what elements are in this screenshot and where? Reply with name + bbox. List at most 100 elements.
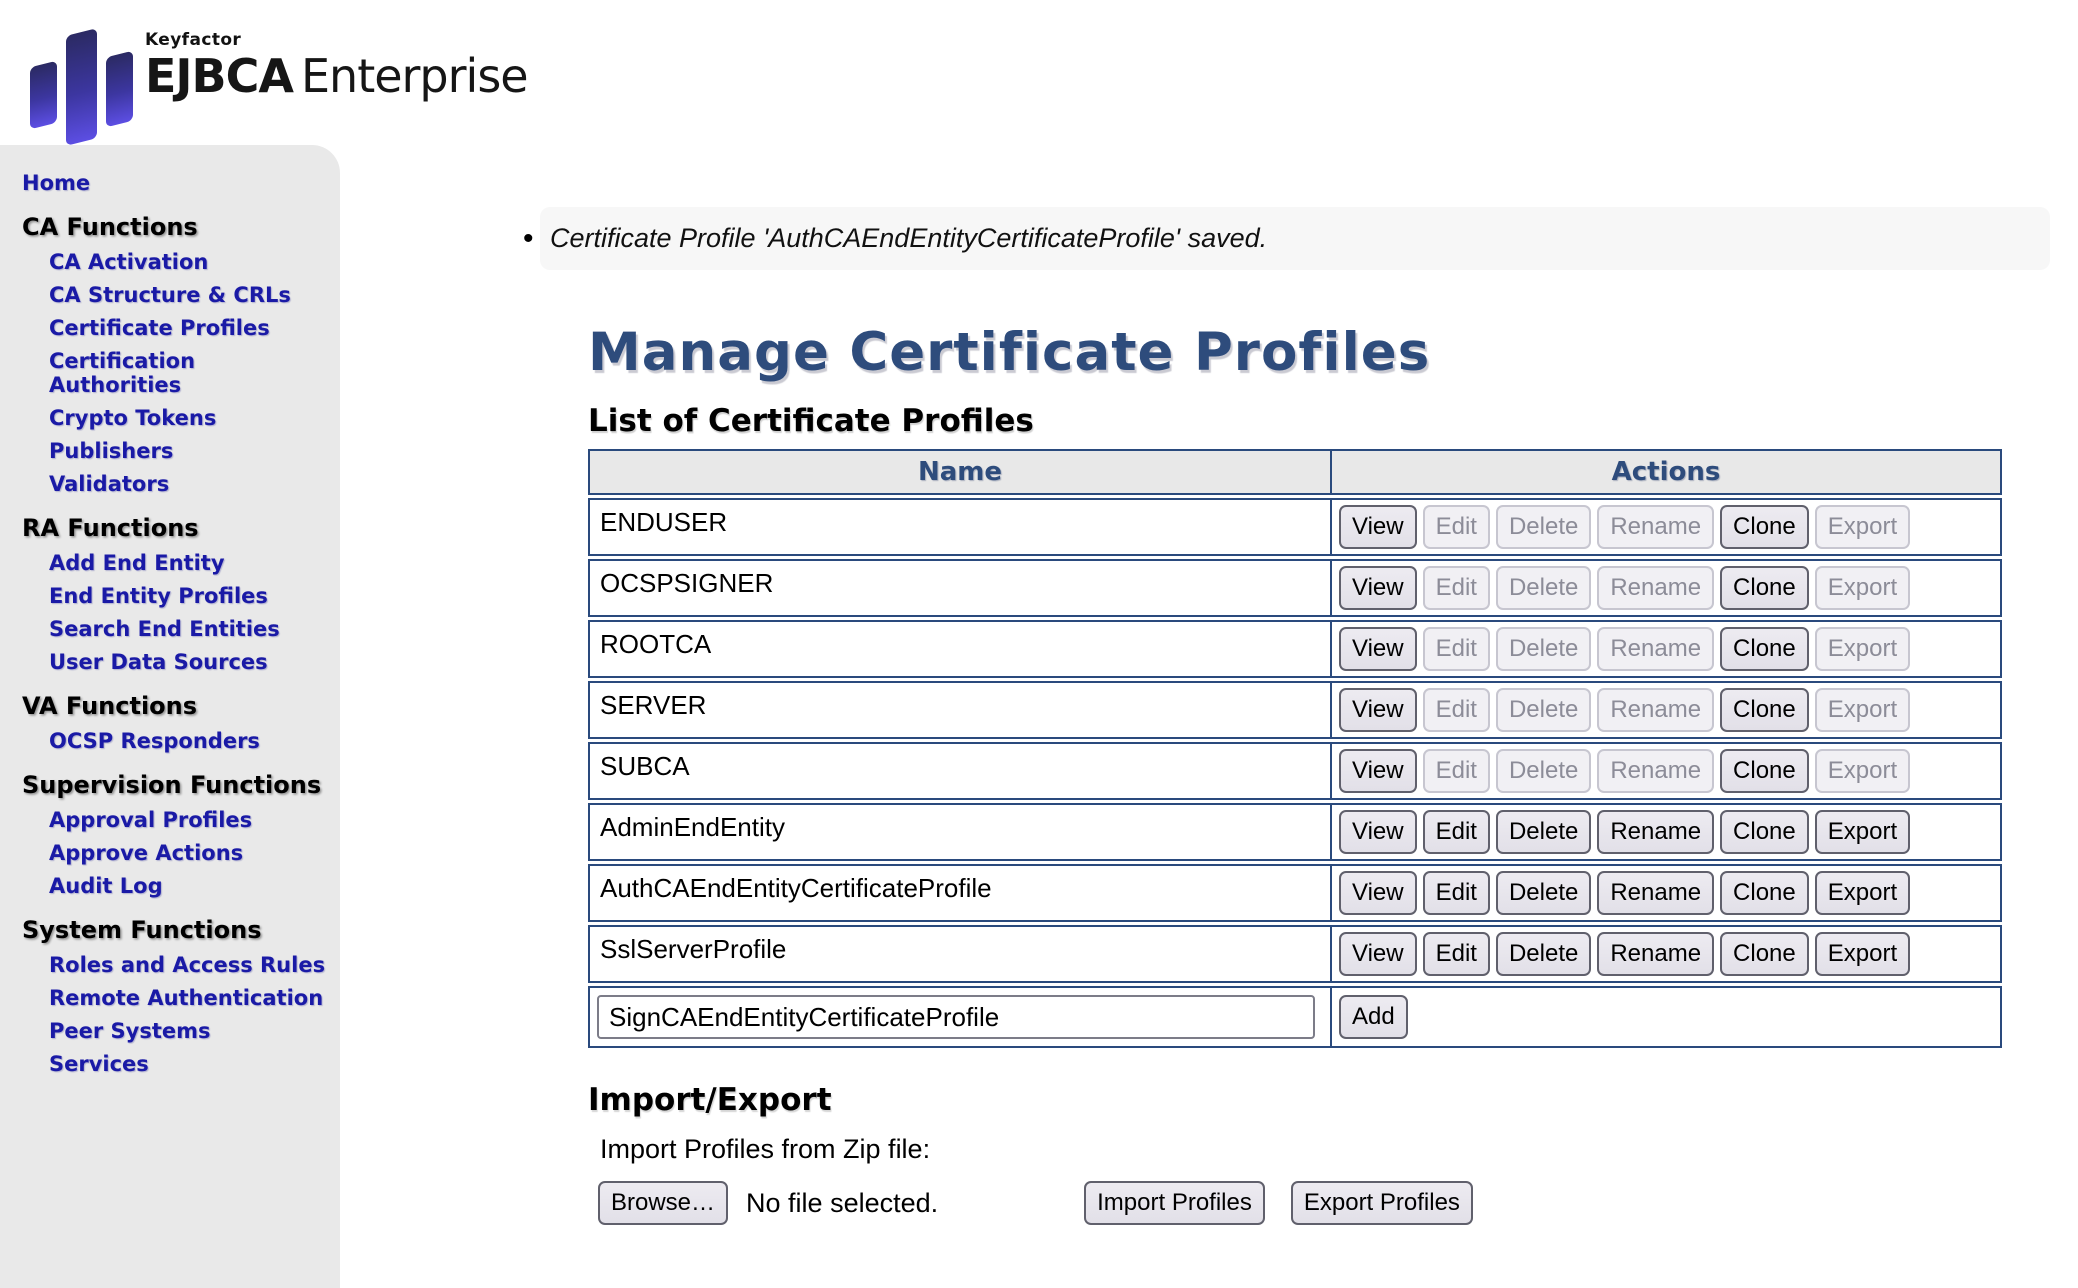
profile-actions: ViewEditDeleteRenameCloneExport xyxy=(1332,805,2000,859)
sidebar-item-publishers[interactable]: Publishers xyxy=(49,439,332,463)
rename-button: Rename xyxy=(1597,505,1714,549)
layout: Home CA Functions CA Activation CA Structu… xyxy=(0,145,2078,1288)
sidebar-item-validators[interactable]: Validators xyxy=(49,472,332,496)
delete-button[interactable]: Delete xyxy=(1496,932,1591,976)
new-profile-name-input[interactable] xyxy=(597,995,1315,1039)
clone-button[interactable]: Clone xyxy=(1720,627,1809,671)
sidebar-item-search-end-entities[interactable]: Search End Entities xyxy=(49,617,332,641)
view-button[interactable]: View xyxy=(1339,627,1417,671)
sidebar-item-approve-actions[interactable]: Approve Actions xyxy=(49,841,332,865)
sidebar-section-title-va-functions: VA Functions xyxy=(22,692,332,720)
rename-button[interactable]: Rename xyxy=(1597,810,1714,854)
delete-button[interactable]: Delete xyxy=(1496,871,1591,915)
export-button[interactable]: Export xyxy=(1815,810,1910,854)
rename-button: Rename xyxy=(1597,627,1714,671)
sidebar-item-remote-authentication[interactable]: Remote Authentication xyxy=(49,986,332,1010)
clone-button[interactable]: Clone xyxy=(1720,688,1809,732)
sidebar-section: Supervision FunctionsApproval ProfilesAp… xyxy=(22,771,332,898)
add-profile-row: Add xyxy=(588,986,2002,1048)
view-button[interactable]: View xyxy=(1339,810,1417,854)
export-button: Export xyxy=(1815,566,1910,610)
logo-bar-icon xyxy=(66,28,97,146)
table-row: AdminEndEntityViewEditDeleteRenameCloneE… xyxy=(588,803,2002,861)
logo-bar-icon xyxy=(106,51,133,128)
edit-button: Edit xyxy=(1423,749,1490,793)
delete-button: Delete xyxy=(1496,627,1591,671)
sidebar-item-ocsp-responders[interactable]: OCSP Responders xyxy=(49,729,332,753)
view-button[interactable]: View xyxy=(1339,932,1417,976)
edit-button: Edit xyxy=(1423,627,1490,671)
profile-name: SUBCA xyxy=(590,744,1332,798)
status-message: Certificate Profile 'AuthCAEndEntityCert… xyxy=(540,207,2050,270)
export-profiles-button[interactable]: Export Profiles xyxy=(1291,1181,1473,1225)
main-content: Certificate Profile 'AuthCAEndEntityCert… xyxy=(340,145,2078,1288)
clone-button[interactable]: Clone xyxy=(1720,871,1809,915)
sidebar-item-roles-and-access-rules[interactable]: Roles and Access Rules xyxy=(49,953,332,977)
view-button[interactable]: View xyxy=(1339,688,1417,732)
clone-button[interactable]: Clone xyxy=(1720,810,1809,854)
sidebar-section: System Functions Roles and Access Rules Re… xyxy=(22,916,332,1076)
view-button[interactable]: View xyxy=(1339,871,1417,915)
clone-button[interactable]: Clone xyxy=(1720,932,1809,976)
add-button[interactable]: Add xyxy=(1339,995,1408,1039)
column-header-actions: Actions xyxy=(1332,451,2000,493)
table-row: SERVERViewEditDeleteRenameCloneExport xyxy=(588,681,2002,739)
sidebar-item-peer-systems[interactable]: Peer Systems xyxy=(49,1019,332,1043)
sidebar-section-title-system-functions: System Functions xyxy=(22,916,332,944)
sidebar-section-title-ca-functions: CA Functions xyxy=(22,213,332,241)
rename-button[interactable]: Rename xyxy=(1597,871,1714,915)
import-profiles-button[interactable]: Import Profiles xyxy=(1084,1181,1265,1225)
clone-button[interactable]: Clone xyxy=(1720,566,1809,610)
edit-button[interactable]: Edit xyxy=(1423,932,1490,976)
table-body: ENDUSERViewEditDeleteRenameCloneExportOC… xyxy=(588,498,2002,983)
sidebar-item-home[interactable]: Home xyxy=(22,171,332,195)
sidebar-item-ca-structure-crls[interactable]: CA Structure & CRLs xyxy=(49,283,332,307)
brand-text: Keyfactor EJBCAEnterprise xyxy=(145,26,528,100)
table-header-row: Name Actions xyxy=(588,449,2002,495)
edit-button[interactable]: Edit xyxy=(1423,871,1490,915)
sidebar-item-services[interactable]: Services xyxy=(49,1052,332,1076)
sidebar-section-title-ra-functions: RA Functions xyxy=(22,514,332,542)
export-button: Export xyxy=(1815,749,1910,793)
clone-button[interactable]: Clone xyxy=(1720,505,1809,549)
clone-button[interactable]: Clone xyxy=(1720,749,1809,793)
view-button[interactable]: View xyxy=(1339,749,1417,793)
sidebar-item-add-end-entity[interactable]: Add End Entity xyxy=(49,551,332,575)
delete-button: Delete xyxy=(1496,749,1591,793)
profile-actions: ViewEditDeleteRenameCloneExport xyxy=(1332,561,2000,615)
import-instruction: Import Profiles from Zip file: xyxy=(600,1134,2050,1165)
rename-button: Rename xyxy=(1597,688,1714,732)
sidebar-item-end-entity-profiles[interactable]: End Entity Profiles xyxy=(49,584,332,608)
profile-name: SERVER xyxy=(590,683,1332,737)
brand-ejbca: EJBCA xyxy=(145,49,293,103)
certificate-profiles-table: Name Actions ENDUSERViewEditDeleteRename… xyxy=(588,449,2002,1048)
table-row: AuthCAEndEntityCertificateProfileViewEdi… xyxy=(588,864,2002,922)
view-button[interactable]: View xyxy=(1339,505,1417,549)
column-header-name: Name xyxy=(590,451,1332,493)
export-button[interactable]: Export xyxy=(1815,932,1910,976)
browse-button[interactable]: Browse… xyxy=(598,1181,728,1225)
sidebar-item-approval-profiles[interactable]: Approval Profiles xyxy=(49,808,332,832)
rename-button: Rename xyxy=(1597,749,1714,793)
rename-button[interactable]: Rename xyxy=(1597,932,1714,976)
profile-actions: ViewEditDeleteRenameCloneExport xyxy=(1332,744,2000,798)
delete-button[interactable]: Delete xyxy=(1496,810,1591,854)
sidebar-item-audit-log[interactable]: Audit Log xyxy=(49,874,332,898)
sidebar-item-certification-authorities[interactable]: Certification Authorities xyxy=(49,349,332,397)
sidebar-item-certificate-profiles[interactable]: Certificate Profiles xyxy=(49,316,332,340)
table-row: SslServerProfileViewEditDeleteRenameClon… xyxy=(588,925,2002,983)
sidebar-item-ca-activation[interactable]: CA Activation xyxy=(49,250,332,274)
sidebar-item-crypto-tokens[interactable]: Crypto Tokens xyxy=(49,406,332,430)
sidebar-item-user-data-sources[interactable]: User Data Sources xyxy=(49,650,332,674)
view-button[interactable]: View xyxy=(1339,566,1417,610)
export-button: Export xyxy=(1815,627,1910,671)
sidebar-section: VA Functions OCSP Responders xyxy=(22,692,332,753)
sidebar-section: CA Functions CA Activation CA Structure & … xyxy=(22,213,332,496)
export-button[interactable]: Export xyxy=(1815,871,1910,915)
profile-name: SslServerProfile xyxy=(590,927,1332,981)
keyfactor-ejbca-logo: Keyfactor EJBCAEnterprise xyxy=(25,26,2078,144)
profile-actions: ViewEditDeleteRenameCloneExport xyxy=(1332,683,2000,737)
logo-bar-icon xyxy=(30,61,57,130)
edit-button[interactable]: Edit xyxy=(1423,810,1490,854)
table-row: ENDUSERViewEditDeleteRenameCloneExport xyxy=(588,498,2002,556)
